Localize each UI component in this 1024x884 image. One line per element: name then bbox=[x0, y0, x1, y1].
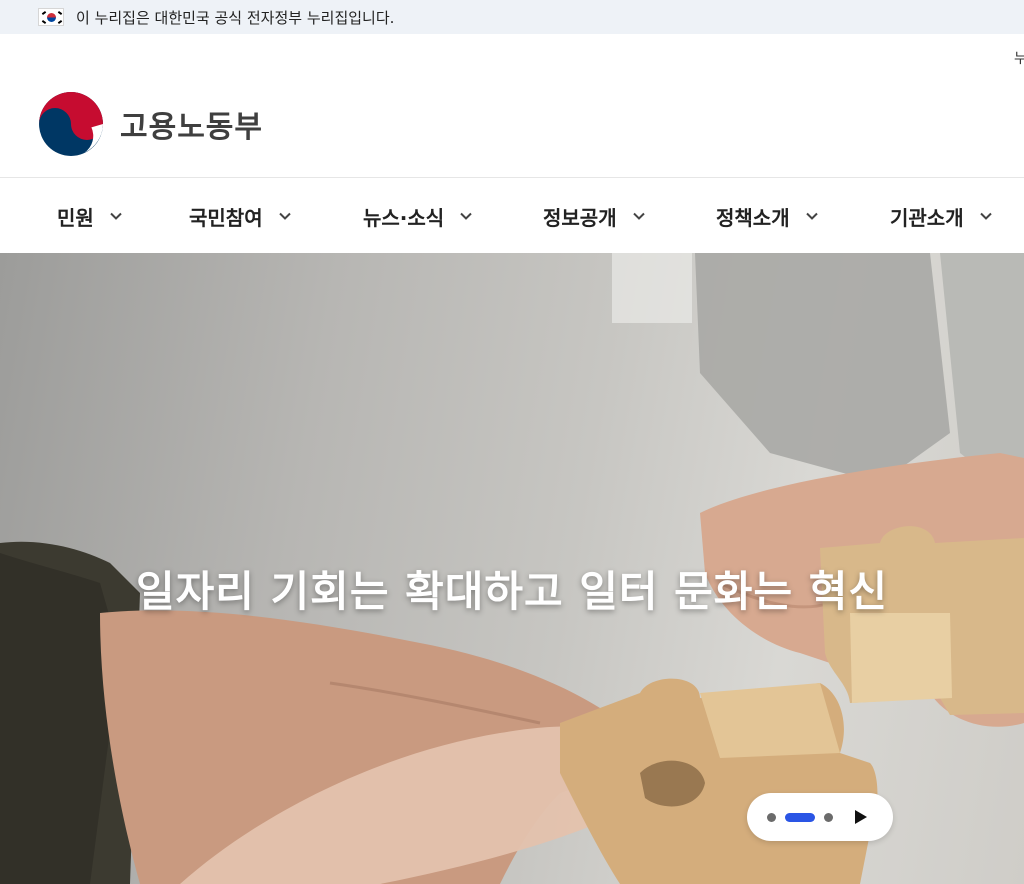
gnb-item-label: 기관소개 bbox=[890, 205, 964, 230]
taegeuk-emblem-icon bbox=[39, 92, 103, 156]
gnb-item-news[interactable]: 뉴스·소식 bbox=[363, 178, 474, 254]
logo-text: 고용노동부 bbox=[120, 110, 263, 145]
slide-indicator-2-active[interactable] bbox=[785, 813, 815, 822]
chevron-down-icon bbox=[278, 212, 291, 220]
korea-flag-icon bbox=[38, 8, 64, 26]
chevron-down-icon bbox=[110, 212, 122, 220]
gnb-item-label: 뉴스·소식 bbox=[363, 205, 445, 230]
global-navigation: 민원 국민참여 뉴스·소식 정보공개 정책소개 기관소개 bbox=[0, 177, 1024, 253]
site-header: 누 고용노동부 bbox=[0, 34, 1024, 177]
gnb-item-label: 정보공개 bbox=[543, 205, 617, 230]
slide-indicator-3[interactable] bbox=[824, 813, 833, 822]
gnb-item-label: 민원 bbox=[57, 205, 94, 230]
utility-link-partial[interactable]: 누 bbox=[1014, 48, 1024, 68]
chevron-down-icon bbox=[805, 212, 818, 220]
site-logo[interactable]: 고용노동부 bbox=[36, 90, 263, 158]
gnb-item-civil-service[interactable]: 민원 bbox=[57, 178, 124, 254]
hero-title: 일자리 기회는 확대하고 일터 문화는 혁신 bbox=[136, 567, 888, 616]
play-icon[interactable] bbox=[850, 807, 870, 827]
gnb-item-participation[interactable]: 국민참여 bbox=[189, 178, 293, 254]
gov-notice-text: 이 누리집은 대한민국 공식 전자정부 누리집입니다. bbox=[76, 8, 395, 27]
gnb-item-policy[interactable]: 정책소개 bbox=[716, 178, 820, 254]
gov-notice-banner: 이 누리집은 대한민국 공식 전자정부 누리집입니다. bbox=[0, 0, 1024, 34]
chevron-down-icon bbox=[460, 212, 472, 220]
gnb-item-label: 국민참여 bbox=[189, 205, 263, 230]
slide-indicator-1[interactable] bbox=[767, 813, 776, 822]
slider-controls bbox=[747, 793, 893, 841]
chevron-down-icon bbox=[632, 212, 645, 220]
gnb-item-label: 정책소개 bbox=[716, 205, 790, 230]
hero-banner: 일자리 기회는 확대하고 일터 문화는 혁신 bbox=[0, 253, 1024, 884]
gnb-item-info-disclosure[interactable]: 정보공개 bbox=[543, 178, 647, 254]
chevron-down-icon bbox=[979, 212, 992, 220]
gnb-item-about[interactable]: 기관소개 bbox=[890, 178, 994, 254]
